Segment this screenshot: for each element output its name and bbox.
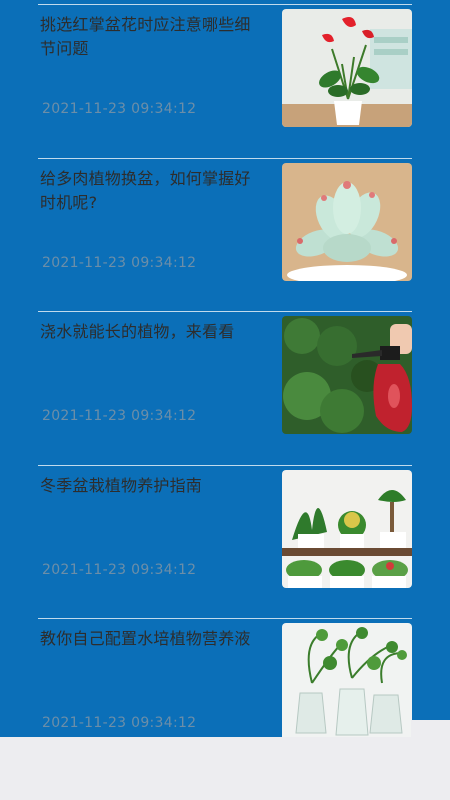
article-title: 教你自己配置水培植物营养液 [40,629,251,648]
article-title: 冬季盆栽植物养护指南 [40,475,203,495]
anthurium-plant-icon [282,9,412,127]
article-thumbnail[interactable] [282,162,412,281]
list-item[interactable]: 冬季盆栽植物养护指南 2021-11-23 09:34:12 [38,461,412,615]
list-item[interactable]: 给多肉植物换盆，如何掌握好时机呢? 2021-11-23 09:34:12 [38,154,412,308]
article-title: 挑选红掌盆花时应注意哪些细节问题 [40,15,251,58]
list-item[interactable]: 浇水就能长的植物，来看看 2021-11-23 09:34:12 [38,307,412,461]
article-thumbnail[interactable] [282,623,412,741]
divider [38,464,412,466]
article-timestamp: 2021-11-23 09:34:12 [42,254,197,271]
article-timestamp: 2021-11-23 09:34:12 [42,561,197,578]
divider [38,618,412,619]
article-timestamp: 2021-11-23 09:34:12 [42,101,197,117]
article-timestamp: 2021-11-23 09:34:12 [42,715,197,731]
article-title: 浇水就能长的植物，来看看 [40,322,235,341]
divider [38,157,412,159]
bottom-bar-notch [411,720,450,737]
list-item[interactable]: 挑选红掌盆花时应注意哪些细节问题 2021-11-23 09:34:12 [38,0,412,154]
article-thumbnail[interactable] [282,469,412,588]
article-title: 给多肉植物换盆，如何掌握好时机呢? [40,168,251,212]
hydroponic-plants-icon [282,623,412,741]
watering-spray-icon [282,316,412,434]
article-list-page: 挑选红掌盆花时应注意哪些细节问题 2021-11-23 09:34:12 给多肉… [0,0,450,800]
potted-plants-icon [282,469,412,588]
article-thumbnail[interactable] [282,9,412,127]
divider [38,311,412,312]
bottom-bar [0,737,450,800]
article-timestamp: 2021-11-23 09:34:12 [42,408,197,424]
article-list: 挑选红掌盆花时应注意哪些细节问题 2021-11-23 09:34:12 给多肉… [0,0,450,768]
divider [38,4,412,5]
succulent-plant-icon [282,162,412,281]
article-thumbnail[interactable] [282,316,412,434]
